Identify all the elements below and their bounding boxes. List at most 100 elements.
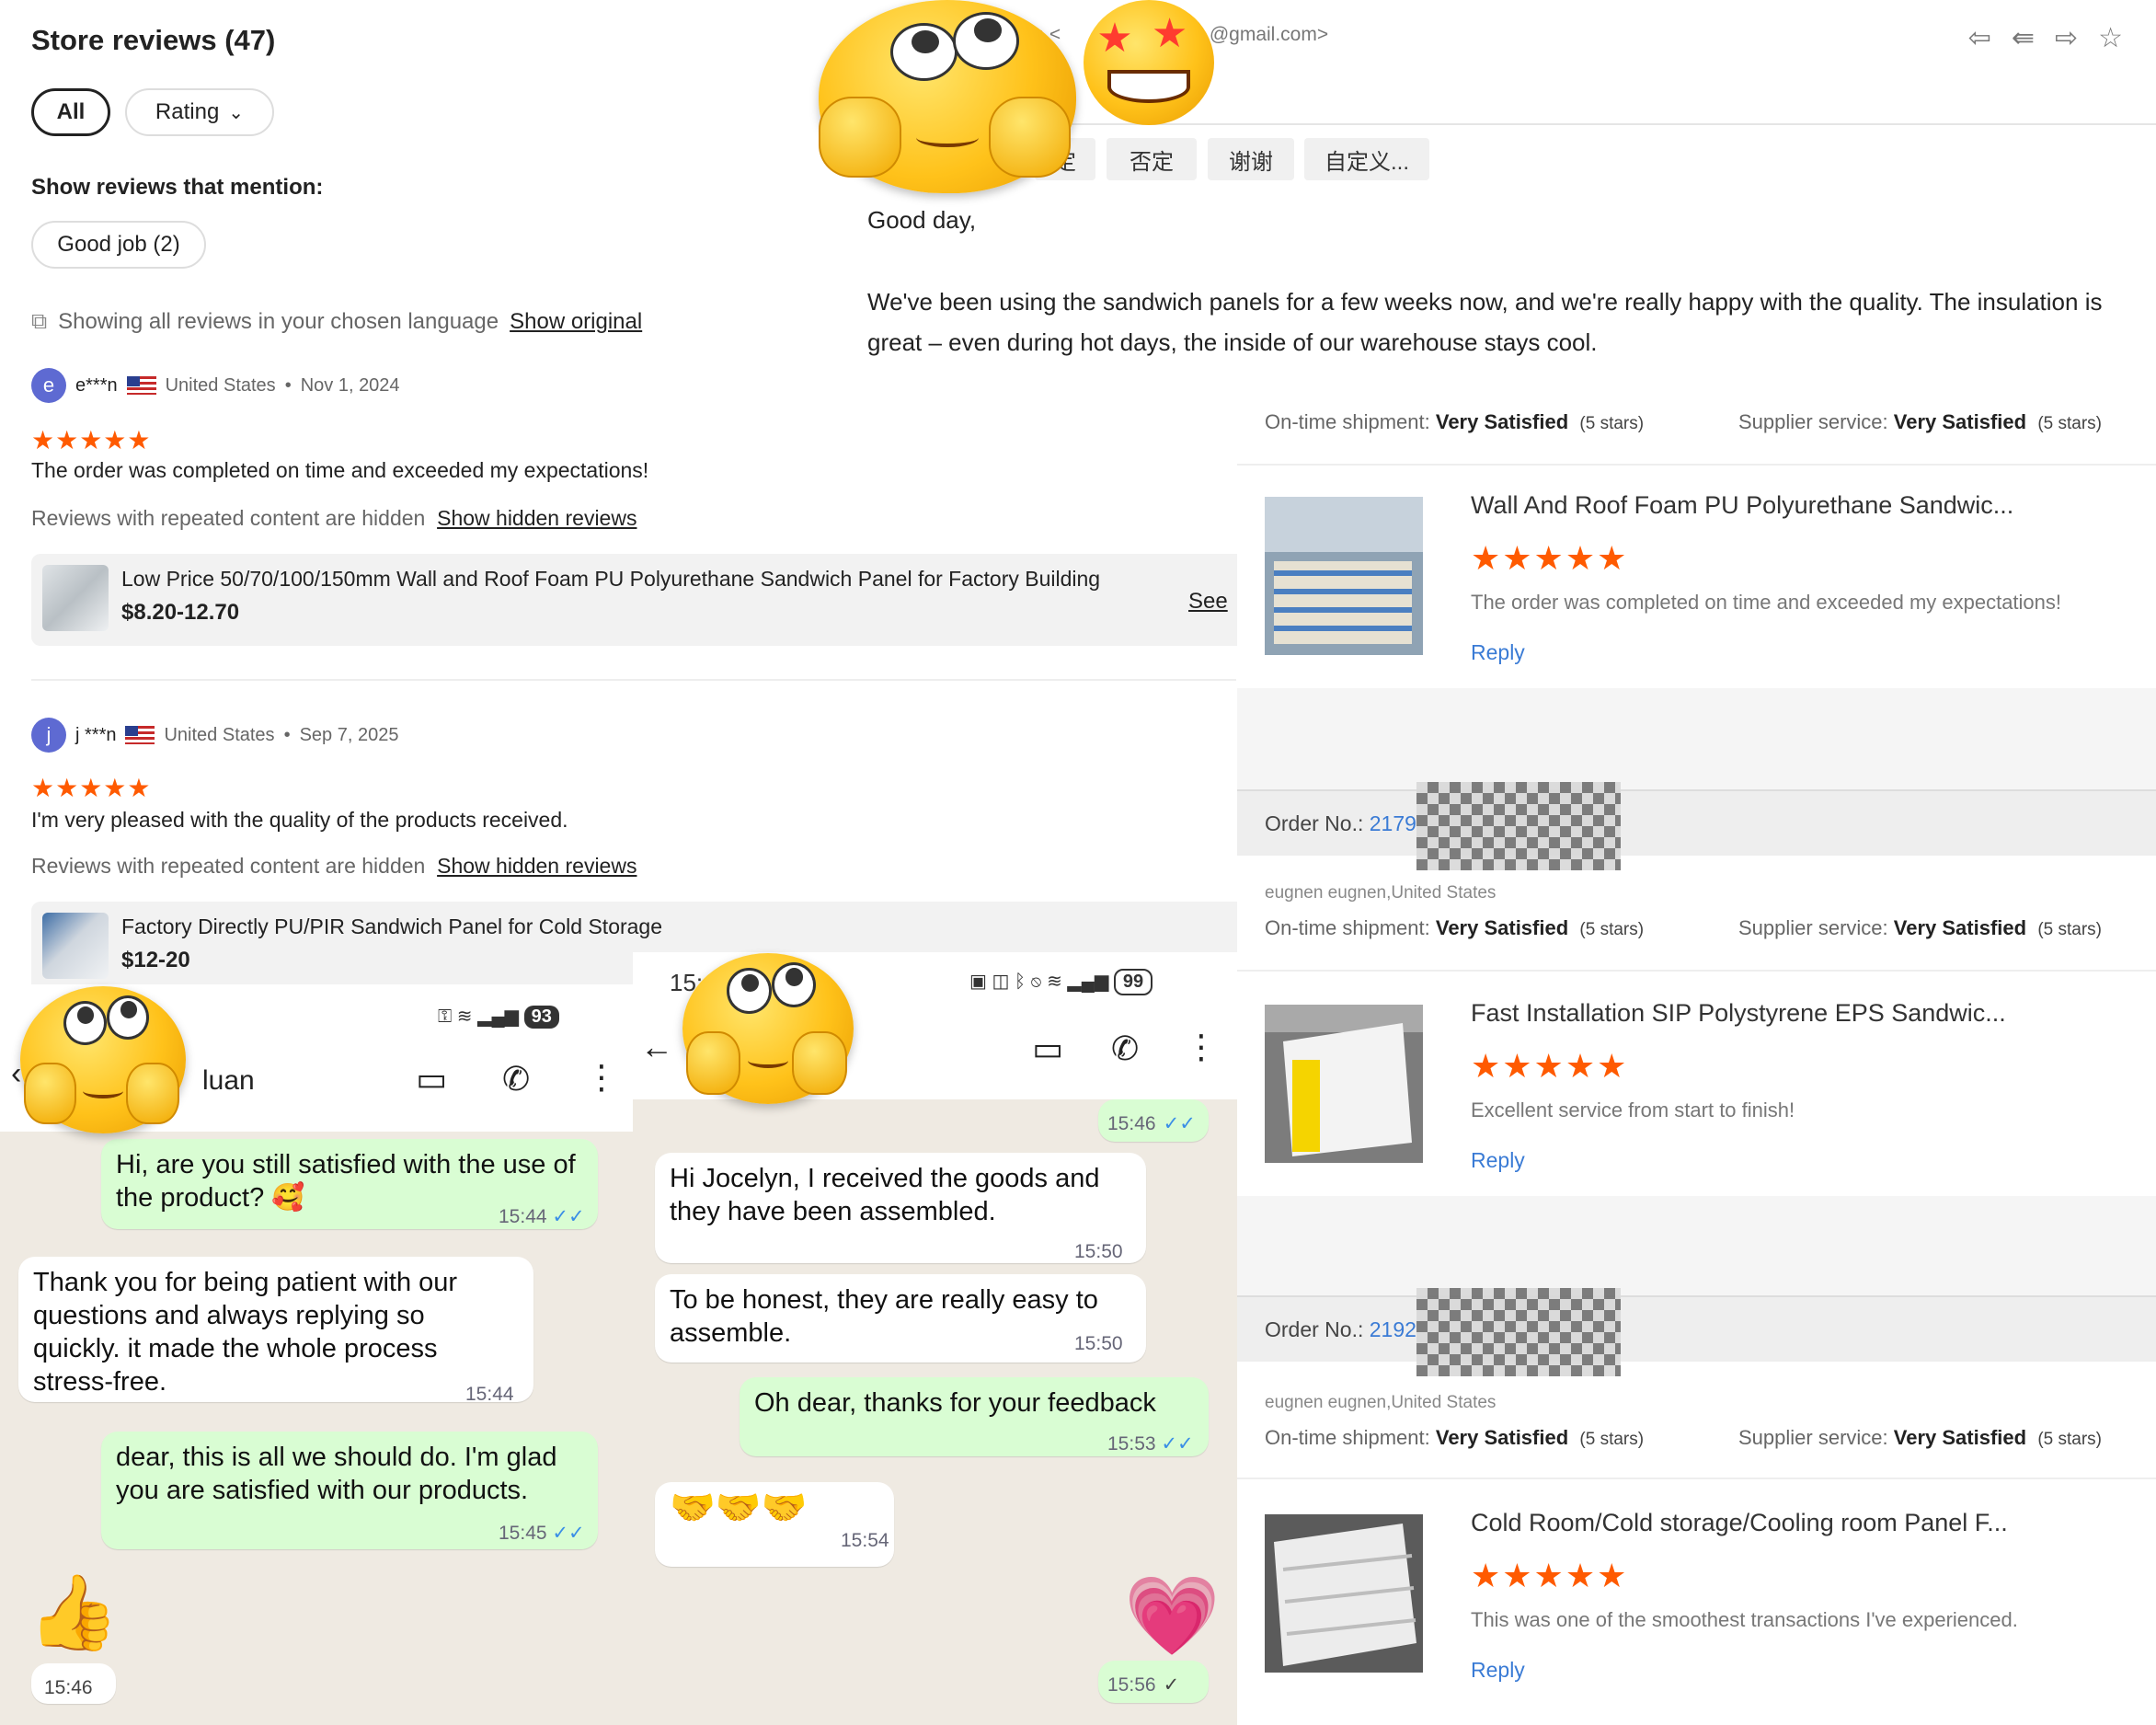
nfc-icon: ▣ [969,972,987,992]
divider [1237,970,2156,972]
review-date: Sep 7, 2025 [299,724,399,745]
phone-icon[interactable]: ✆ [502,1060,530,1098]
thinking-face-sticker [819,0,1076,193]
product-title[interactable]: Cold Room/Cold storage/Cooling room Pane… [1471,1509,2008,1537]
reply-link[interactable]: Reply [1471,1658,1525,1683]
ontime-value: Very Satisfied [1435,916,1569,939]
battery-indicator: 99 [1113,969,1153,995]
double-check-icon: ✓✓ [1161,1433,1194,1455]
message-bubble[interactable]: 15:46 ✓✓ [1098,1099,1209,1142]
video-call-icon[interactable]: ▭ [416,1060,447,1098]
product-card[interactable]: Low Price 50/70/100/150mm Wall and Roof … [31,554,1237,646]
review-stars: ★★★★★ [31,774,152,802]
message-bubble[interactable]: 👍 [28,1570,120,1656]
order-number: Order No.: 2179 [1265,811,1416,836]
avatar: e [31,368,66,403]
reply-link[interactable]: Reply [1471,1148,1525,1173]
star-icon[interactable]: ☆ [2098,22,2123,54]
video-call-icon[interactable]: ▭ [1032,1029,1063,1068]
divider [1237,464,2156,466]
filter-all-button[interactable]: All [31,88,110,136]
star-struck-sticker: ★ ★ [1084,0,1214,125]
sticker-hand [819,97,901,178]
product-title[interactable]: Fast Installation SIP Polystyrene EPS Sa… [1471,999,2006,1028]
reply-all-icon[interactable]: ⇚ [2012,22,2035,54]
time-text: 15:53 [1107,1433,1156,1455]
message-bubble[interactable]: Thank you for being patient with our que… [18,1257,533,1402]
order-number-value[interactable]: 2179 [1370,811,1416,835]
message-text: Hi, are you still satisfied with the use… [116,1150,576,1213]
order-number: Order No.: 2192 [1265,1317,1416,1342]
back-arrow-icon[interactable]: ← [640,1028,673,1066]
reviewer-name: j ***n [75,724,117,745]
mention-heading: Show reviews that mention: [31,175,324,200]
signal-icon: ▂▄▆ [477,1006,520,1027]
email-actions: ⇦ ⇚ ⇨ ☆ [1968,22,2123,54]
message-bubble[interactable]: Hi Jocelyn, I received the goods and the… [655,1153,1146,1263]
more-options-icon[interactable]: ⋮ [1185,1028,1218,1066]
review-stars: ★★★★★ [1471,539,1629,577]
star-eye-icon: ★ [1096,16,1133,62]
order-reviews-panel: On-time shipment: Very Satisfied (5 star… [1237,396,2156,1725]
supplier-label: Supplier service: [1738,916,1888,939]
reviewer-row: e e***n United States • Nov 1, 2024 [31,368,400,403]
review-text: The order was completed on time and exce… [31,458,649,482]
quick-reply-button[interactable]: 谢谢 [1208,138,1294,180]
vibrate-icon: ◫ [992,972,1010,992]
separator-dot: • [283,724,291,745]
product-name: Factory Directly PU/PIR Sandwich Panel f… [121,914,663,938]
show-hidden-link[interactable]: Show hidden reviews [437,506,636,530]
reviewer-name: e***n [75,374,118,396]
order-bar: Order No.: 2179 [1237,782,2156,870]
quick-reply-button[interactable]: 否定 [1107,138,1197,180]
reply-icon[interactable]: ⇦ [1968,22,1991,54]
sticker-hand [988,97,1072,178]
message-text: To be honest, they are really easy to as… [670,1285,1098,1348]
reply-link[interactable]: Reply [1471,640,1525,665]
product-price: $8.20-12.70 [121,600,240,625]
see-link[interactable]: See [1188,589,1228,615]
time-text: 15:45 [499,1523,547,1544]
key-icon: ⚿ [438,1006,453,1027]
phone-icon[interactable]: ✆ [1111,1029,1139,1068]
message-bubble[interactable]: To be honest, they are really easy to as… [655,1274,1146,1363]
review-text: Excellent service from start to finish! [1471,1098,1795,1121]
order-label: Order No.: [1265,811,1364,835]
mute-icon: ⍉ [1030,972,1042,992]
battery-indicator: 93 [523,1006,559,1029]
filter-rating-label: Rating [155,99,220,124]
order-number-value[interactable]: 2192 [1370,1317,1416,1341]
sender-domain: @gmail.com> [1209,24,1329,45]
star-eye-icon: ★ [1151,10,1188,56]
time-text: 15:46 [44,1677,93,1698]
buyer-name: eugnen eugnen,United States [1265,883,1497,903]
ontime-value: Very Satisfied [1435,410,1569,433]
show-original-link[interactable]: Show original [510,309,642,335]
more-options-icon[interactable]: ⋮ [585,1058,618,1097]
filter-rating-dropdown[interactable]: Rating ⌄ [125,88,274,136]
thinking-face-sticker [682,953,854,1104]
forward-icon[interactable]: ⇨ [2055,22,2078,54]
time-text: 15:46 [1107,1113,1156,1134]
status-icons: ⚿ ≋ ▂▄▆ 93 [438,1005,559,1029]
product-thumbnail [42,565,109,631]
supplier-rating: Supplier service: Very Satisfied (5 star… [1738,916,2102,940]
buyer-name: eugnen eugnen,United States [1265,1393,1497,1412]
rating-line: On-time shipment: Very Satisfied (5 star… [1265,1426,2102,1450]
contact-name[interactable]: luan [202,1065,255,1097]
review-text: The order was completed on time and exce… [1471,591,2062,614]
message-text: 🤝🤝🤝 [670,1488,808,1528]
show-hidden-link[interactable]: Show hidden reviews [437,854,636,878]
mention-tag-button[interactable]: Good job (2) [31,221,206,269]
quick-reply-button[interactable]: 自定义... [1304,138,1429,180]
spacer [1237,688,2156,789]
product-thumbnail [42,913,109,979]
message-bubble[interactable]: 🤝🤝🤝 [655,1482,894,1567]
supplier-value: Very Satisfied [1893,410,2027,433]
wifi-icon: ≋ [1047,972,1062,992]
us-flag-icon [125,726,155,744]
message-bubble[interactable]: 💗 [1124,1570,1221,1662]
message-text: Hi Jocelyn, I received the goods and the… [670,1164,1100,1226]
product-title[interactable]: Wall And Roof Foam PU Polyurethane Sandw… [1471,491,2013,520]
sticker-eye [890,23,958,82]
